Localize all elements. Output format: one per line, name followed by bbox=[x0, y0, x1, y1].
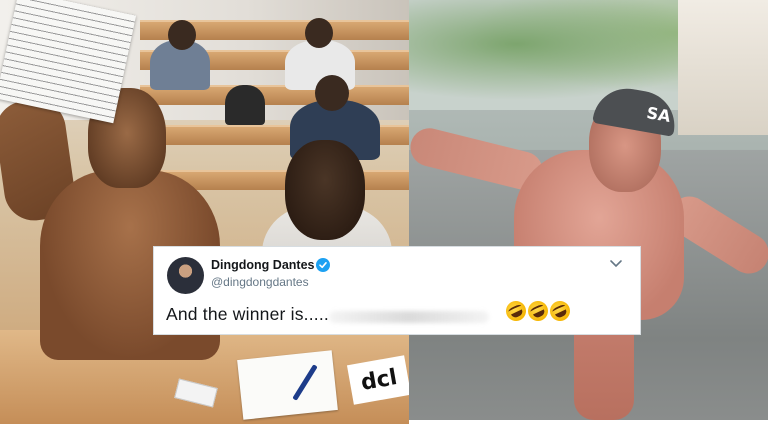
rolling-on-floor-laughing-icon bbox=[524, 297, 552, 325]
rolling-on-floor-laughing-icon bbox=[502, 297, 530, 325]
student-head bbox=[315, 75, 349, 111]
student-head bbox=[168, 20, 196, 50]
answer-sheet bbox=[237, 350, 338, 420]
tweet-card[interactable]: Dingdong Dantes @dingdongdantes And the … bbox=[153, 246, 641, 335]
chevron-down-icon[interactable] bbox=[609, 259, 623, 269]
backpack bbox=[225, 85, 265, 125]
street-photo: SA bbox=[409, 0, 768, 420]
verified-badge-icon bbox=[316, 258, 330, 272]
blurred-text bbox=[329, 311, 489, 323]
rolling-on-floor-laughing-icon bbox=[546, 297, 574, 325]
display-name[interactable]: Dingdong Dantes bbox=[211, 258, 314, 272]
handle[interactable]: @dingdongdantes bbox=[211, 275, 309, 289]
student-girl-head bbox=[285, 140, 365, 240]
emoji-row bbox=[502, 297, 574, 325]
exam-hall-photo: dcl bbox=[0, 0, 409, 424]
building bbox=[678, 0, 768, 135]
avatar[interactable] bbox=[167, 257, 204, 294]
student-head bbox=[305, 18, 333, 48]
tweet-text: And the winner is..... bbox=[166, 304, 329, 324]
